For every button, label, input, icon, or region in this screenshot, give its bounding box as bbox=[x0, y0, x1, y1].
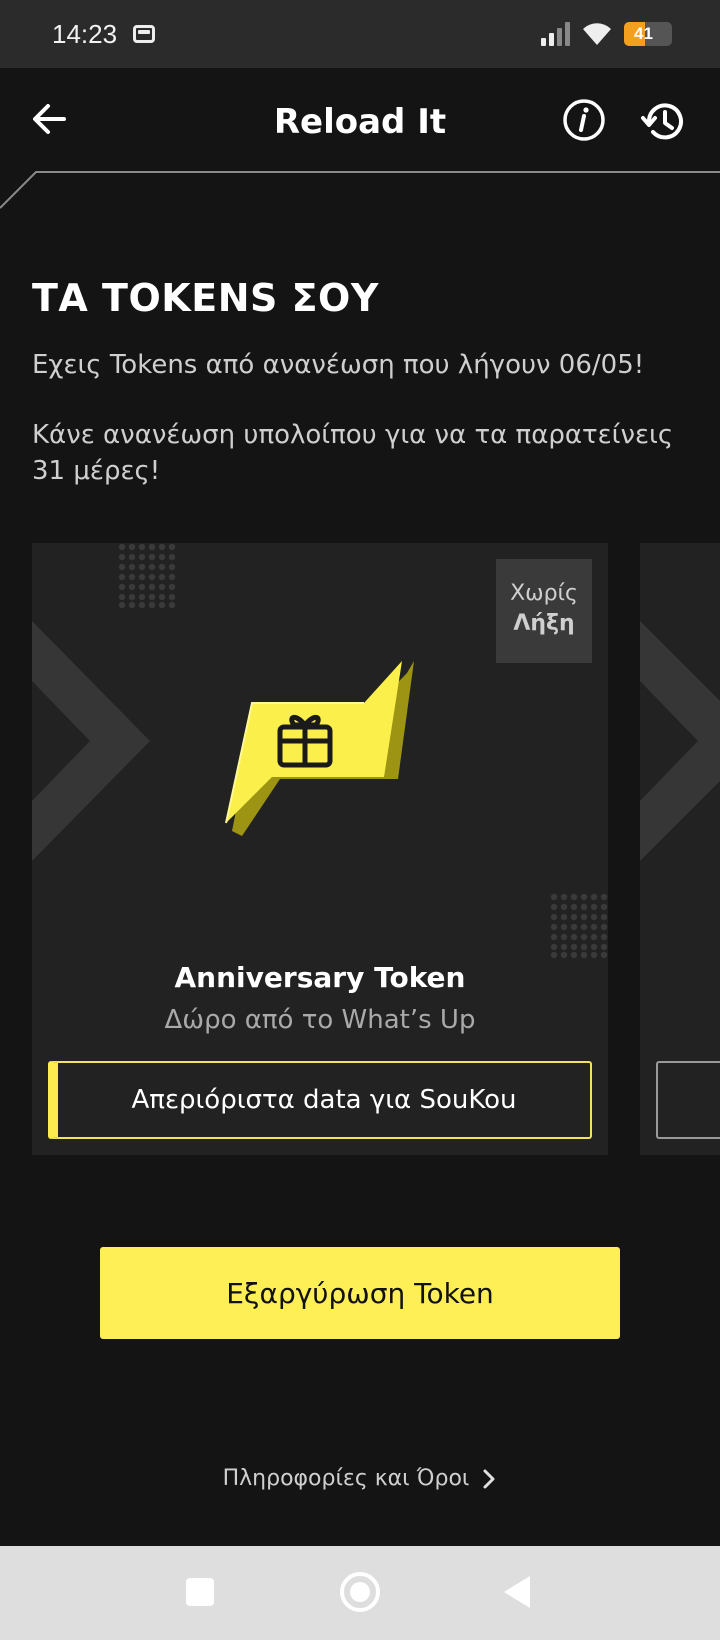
expiry-message: Εχεις Tokens από ανανέωση που λήγουν 06/… bbox=[32, 350, 645, 380]
dot-pattern-bottom bbox=[550, 893, 608, 959]
token-name: Anniversary Token bbox=[174, 961, 466, 994]
terms-link[interactable]: Πληροφορίες και Όροι bbox=[0, 1466, 720, 1491]
status-right: 41 bbox=[541, 21, 672, 47]
battery-icon: 41 bbox=[624, 22, 672, 46]
redeem-token-button[interactable]: Εξαργύρωση Token bbox=[100, 1247, 620, 1339]
next-token-card[interactable] bbox=[640, 543, 720, 1155]
badge-line1: Χωρίς bbox=[510, 581, 578, 606]
gift-token-icon bbox=[225, 661, 414, 836]
recents-icon[interactable] bbox=[186, 1578, 214, 1606]
token-card[interactable]: Χωρίς Λήξη Anniversary Token Δώρο από το… bbox=[32, 543, 608, 1155]
status-bar: 14:23 41 bbox=[0, 0, 720, 68]
system-nav-bar bbox=[0, 1546, 720, 1640]
system-back-icon[interactable] bbox=[504, 1576, 530, 1608]
info-icon[interactable] bbox=[562, 98, 606, 142]
sim-card-icon bbox=[133, 25, 156, 43]
next-token-benefit bbox=[656, 1061, 720, 1139]
status-left: 14:23 bbox=[52, 18, 156, 50]
header-divider bbox=[0, 171, 720, 209]
token-subtitle: Δώρο από το What’s Up bbox=[164, 1005, 476, 1035]
token-benefit: Απεριόριστα data για SouKou bbox=[48, 1061, 592, 1139]
status-time: 14:23 bbox=[52, 18, 118, 49]
wifi-icon bbox=[583, 23, 611, 45]
page-title: Reload It bbox=[273, 102, 447, 142]
no-expiry-badge: Χωρίς Λήξη bbox=[496, 559, 592, 663]
home-icon[interactable] bbox=[340, 1572, 380, 1612]
history-icon[interactable] bbox=[640, 98, 688, 146]
signal-icon bbox=[541, 22, 570, 46]
app-header: Reload It bbox=[0, 68, 720, 180]
extend-message: Κάνε ανανέωση υπολοίπου για να τα παρατε… bbox=[32, 420, 674, 486]
dot-pattern-top bbox=[118, 543, 176, 609]
chevron-right-icon bbox=[483, 1469, 495, 1488]
chevron-decoration bbox=[32, 621, 150, 861]
chevron-decoration bbox=[640, 621, 720, 861]
badge-line2: Λήξη bbox=[513, 611, 575, 636]
battery-level: 41 bbox=[634, 24, 653, 43]
tokens-title: ΤΑ TOKENS ΣΟΥ bbox=[32, 276, 379, 320]
terms-link-label: Πληροφορίες και Όροι bbox=[222, 1466, 470, 1491]
